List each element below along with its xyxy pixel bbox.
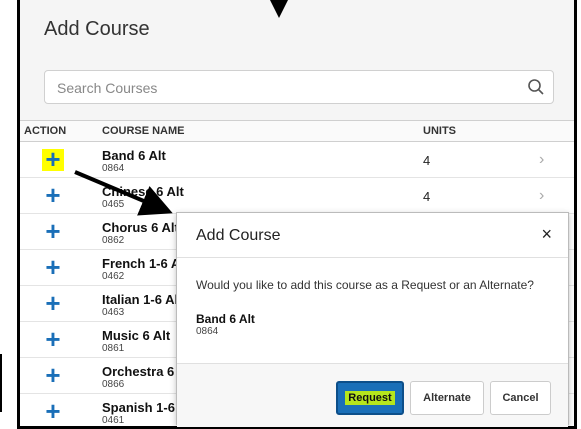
plus-icon[interactable]: + bbox=[42, 398, 64, 424]
dialog-title: Add Course bbox=[196, 227, 281, 244]
dialog-course-name: Band 6 Alt bbox=[196, 312, 255, 326]
plus-icon[interactable]: + bbox=[42, 362, 64, 388]
request-button[interactable]: Request bbox=[336, 381, 404, 415]
cancel-button[interactable]: Cancel bbox=[490, 381, 551, 415]
alternate-button[interactable]: Alternate bbox=[410, 381, 484, 415]
table-row[interactable]: + Chinese 6 Alt 0465 4 › bbox=[20, 178, 574, 214]
plus-icon[interactable]: + bbox=[42, 218, 64, 244]
plus-icon[interactable]: + bbox=[42, 182, 64, 208]
course-name: Chorus 6 Alt bbox=[102, 220, 179, 235]
plus-icon[interactable]: + bbox=[42, 146, 64, 172]
course-units: 4 bbox=[423, 189, 431, 204]
course-code: 0463 bbox=[102, 307, 125, 318]
dialog-question: Would you like to add this course as a R… bbox=[196, 278, 534, 292]
left-edge-line bbox=[0, 354, 2, 412]
course-name: Italian 1-6 Alt bbox=[102, 292, 183, 307]
header-units: UNITS bbox=[423, 125, 456, 137]
dialog-course-code: 0864 bbox=[196, 326, 219, 337]
request-button-label: Request bbox=[345, 391, 395, 405]
course-units: 4 bbox=[423, 153, 431, 168]
table-row[interactable]: + Band 6 Alt 0864 4 › bbox=[20, 142, 574, 178]
course-code: 0866 bbox=[102, 379, 125, 390]
header-action: ACTION bbox=[24, 125, 67, 137]
top-arrow-annotation bbox=[270, 0, 288, 18]
course-code: 0864 bbox=[102, 163, 125, 174]
header-course-name: COURSE NAME bbox=[102, 125, 185, 137]
search-box[interactable] bbox=[44, 70, 554, 104]
plus-icon[interactable]: + bbox=[42, 254, 64, 280]
plus-icon[interactable]: + bbox=[42, 326, 64, 352]
course-code: 0861 bbox=[102, 343, 125, 354]
plus-icon[interactable]: + bbox=[42, 290, 64, 316]
dialog-footer: Request Alternate Cancel bbox=[177, 363, 568, 427]
search-icon[interactable] bbox=[527, 78, 545, 96]
add-course-dialog: Add Course × Would you like to add this … bbox=[176, 212, 569, 427]
dialog-header: Add Course × bbox=[177, 213, 568, 258]
course-code: 0462 bbox=[102, 271, 125, 282]
page-title: Add Course bbox=[44, 18, 150, 40]
course-name: Band 6 Alt bbox=[102, 148, 166, 163]
course-name: Chinese 6 Alt bbox=[102, 184, 184, 199]
course-name: Music 6 Alt bbox=[102, 328, 171, 343]
chevron-right-icon[interactable]: › bbox=[539, 151, 544, 169]
course-code: 0461 bbox=[102, 415, 125, 426]
close-icon[interactable]: × bbox=[541, 224, 552, 245]
course-code: 0862 bbox=[102, 235, 125, 246]
chevron-right-icon[interactable]: › bbox=[539, 187, 544, 205]
table-header: ACTION COURSE NAME UNITS bbox=[20, 120, 574, 142]
course-code: 0465 bbox=[102, 199, 125, 210]
search-input[interactable] bbox=[55, 79, 519, 97]
